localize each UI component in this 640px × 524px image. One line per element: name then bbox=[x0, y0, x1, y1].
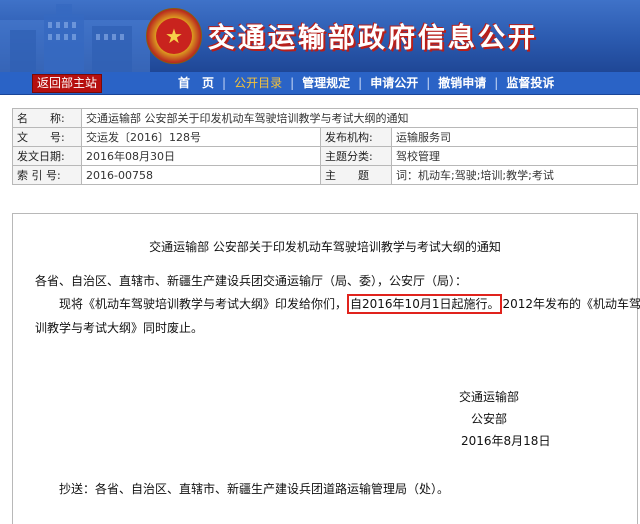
notice-body-line2: 训教学与考试大纲》同时废止。 bbox=[35, 321, 204, 335]
docno-value: 交运发〔2016〕128号 bbox=[81, 127, 321, 147]
publisher-value: 运输服务司 bbox=[391, 127, 638, 147]
info-row-docno: 文 号: 交运发〔2016〕128号 发布机构: 运输服务司 bbox=[12, 127, 638, 147]
index-value: 2016-00758 bbox=[81, 165, 321, 185]
notice-body: 交通运输部 公安部关于印发机动车驾驶培训教学与考试大纲的通知 各省、自治区、直辖… bbox=[12, 213, 640, 524]
site-title: 交通运输部政府信息公开 bbox=[208, 23, 538, 54]
keywords-value: 词：机动车;驾驶;培训;教学;考试 bbox=[391, 165, 638, 185]
notice-body-line1: 现将《机动车驾驶培训教学与考试大纲》印发给你们， 自2016年10月1日起施行。 2… bbox=[59, 294, 640, 314]
name-value: 交通运输部 公安部关于印发机动车驾驶培训教学与考试大纲的通知 bbox=[81, 108, 638, 128]
publisher-label: 发布机构: bbox=[320, 127, 392, 147]
nav-item-regulations[interactable]: 管理规定 bbox=[294, 72, 358, 94]
nav-item-complaint[interactable]: 监督投诉 bbox=[498, 72, 562, 94]
info-row-date: 发文日期: 2016年08月30日 主题分类: 驾校管理 bbox=[12, 146, 638, 166]
building-illustration bbox=[0, 4, 150, 72]
emblem-star-icon: ★ bbox=[156, 18, 192, 54]
effective-date-highlight: 自2016年10月1日起施行。 bbox=[347, 294, 503, 314]
nav-item-home[interactable]: 首 页 bbox=[170, 72, 222, 94]
site-banner: ★ 交通运输部政府信息公开 bbox=[0, 0, 640, 72]
main-nav: 返回部主站 首 页 | 公开目录 | 管理规定 | 申请公开 | 撤销申请 | … bbox=[0, 72, 640, 95]
index-label: 索 引 号: bbox=[12, 165, 82, 185]
info-row-name: 名 称: 交通运输部 公安部关于印发机动车驾驶培训教学与考试大纲的通知 bbox=[12, 108, 638, 128]
keywords-label: 主 题 bbox=[320, 165, 392, 185]
signature-org-2: 公安部 bbox=[471, 412, 508, 426]
docno-label: 文 号: bbox=[12, 127, 82, 147]
notice-title: 交通运输部 公安部关于印发机动车驾驶培训教学与考试大纲的通知 bbox=[149, 240, 501, 254]
nav-item-withdraw[interactable]: 撤销申请 bbox=[430, 72, 494, 94]
nav-item-catalog[interactable]: 公开目录 bbox=[226, 72, 290, 94]
body-text-part1: 现将《机动车驾驶培训教学与考试大纲》印发给你们， bbox=[59, 297, 348, 311]
signature-date: 2016年8月18日 bbox=[461, 434, 551, 448]
back-to-main-site-button[interactable]: 返回部主站 bbox=[32, 74, 102, 93]
topic-label: 主题分类: bbox=[320, 146, 392, 166]
nav-item-apply[interactable]: 申请公开 bbox=[362, 72, 426, 94]
info-row-index: 索 引 号: 2016-00758 主 题 词：机动车;驾驶;培训;教学;考试 bbox=[12, 165, 638, 185]
signature-org-1: 交通运输部 bbox=[459, 390, 520, 404]
name-label: 名 称: bbox=[12, 108, 82, 128]
notice-recipients: 各省、自治区、直辖市、新疆生产建设兵团交通运输厅（局、委），公安厅（局）： bbox=[35, 274, 468, 288]
date-value: 2016年08月30日 bbox=[81, 146, 321, 166]
document-info-table: 名 称: 交通运输部 公安部关于印发机动车驾驶培训教学与考试大纲的通知 文 号:… bbox=[12, 108, 638, 185]
body-text-part2: 2012年发布的《机动车驾驶培 bbox=[502, 297, 640, 311]
national-emblem-icon: ★ bbox=[146, 8, 202, 64]
topic-value: 驾校管理 bbox=[391, 146, 638, 166]
cc-line: 抄送：各省、自治区、直辖市、新疆生产建设兵团道路运输管理局（处）。 bbox=[59, 482, 450, 496]
date-label: 发文日期: bbox=[12, 146, 82, 166]
nav-menu: 首 页 | 公开目录 | 管理规定 | 申请公开 | 撤销申请 | 监督投诉 bbox=[170, 72, 562, 94]
